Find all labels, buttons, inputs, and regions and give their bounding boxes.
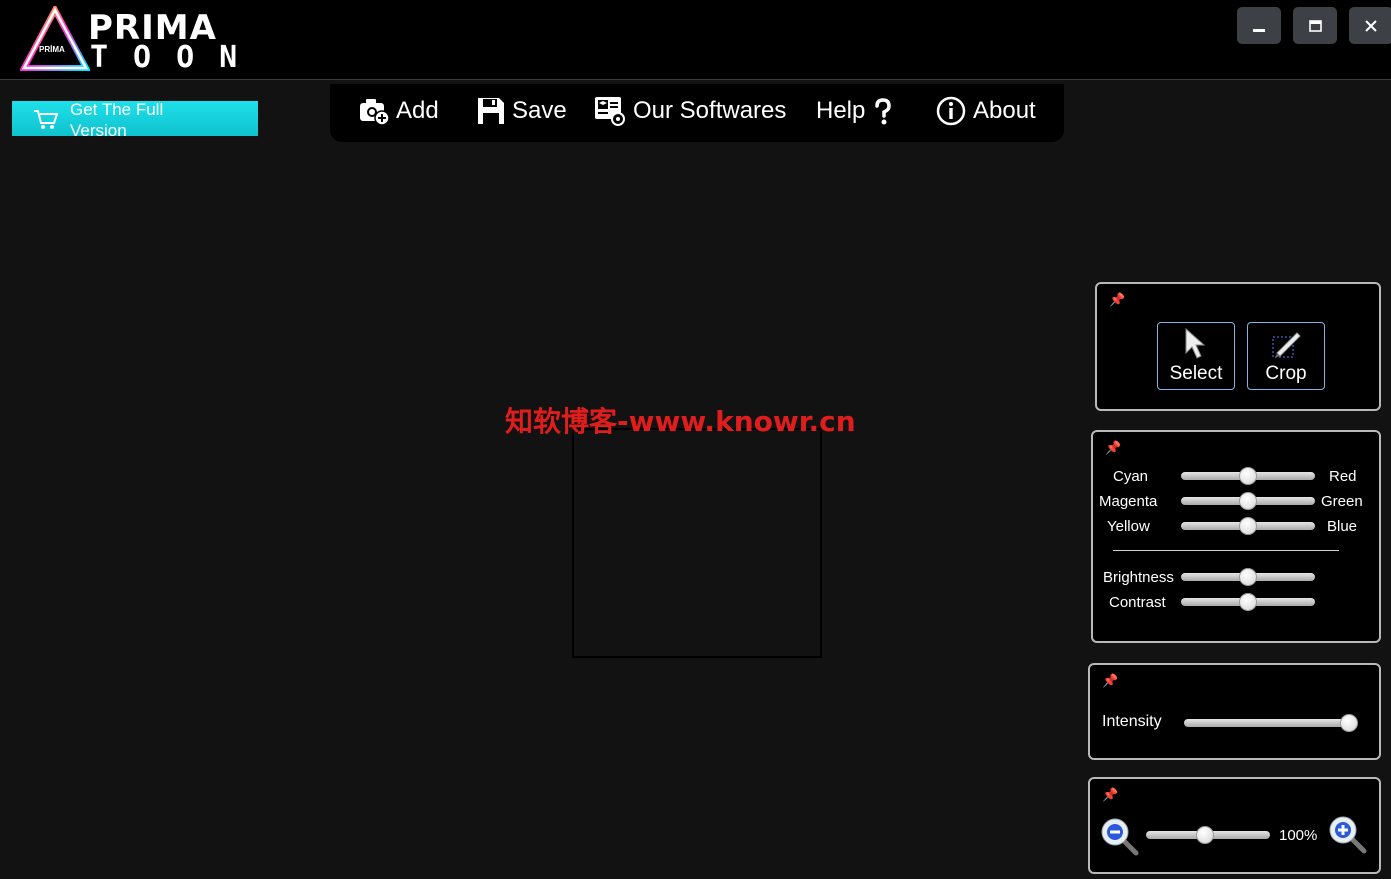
help-label: Help <box>816 97 866 124</box>
get-full-version-label: Get The Full Version <box>70 101 164 136</box>
tools-panel: 📌 Select Crop <box>1095 282 1381 411</box>
logo-triangle-icon <box>20 6 90 71</box>
zoom-panel: 📌 100% <box>1088 777 1381 874</box>
zoom-out-icon[interactable] <box>1100 817 1140 857</box>
minimize-button[interactable] <box>1237 7 1281 44</box>
our-softwares-button[interactable]: Our Softwares <box>593 94 786 128</box>
brightness-slider-thumb[interactable] <box>1239 568 1257 586</box>
info-icon <box>936 96 966 126</box>
intensity-slider-track[interactable] <box>1184 719 1356 727</box>
zoom-in-icon[interactable] <box>1328 815 1368 855</box>
add-button[interactable]: Add <box>358 94 439 128</box>
about-label: About <box>973 97 1036 124</box>
save-icon <box>478 98 504 124</box>
intensity-slider-thumb[interactable] <box>1340 714 1358 732</box>
image-canvas[interactable] <box>572 428 822 658</box>
title-bar: PRİMA PRIMA TOON <box>0 0 1391 80</box>
our-softwares-label: Our Softwares <box>633 97 787 124</box>
app-logo: PRİMA PRIMA TOON <box>20 6 263 75</box>
zoom-slider-thumb[interactable] <box>1196 826 1214 844</box>
crop-label: Crop <box>1265 363 1307 384</box>
intensity-panel: 📌 Intensity <box>1088 663 1381 760</box>
save-button[interactable]: Save <box>476 94 567 128</box>
question-icon <box>875 98 892 125</box>
main-toolbar: Add Save Our Softwares Help About <box>330 84 1064 142</box>
pin-icon[interactable]: 📌 <box>1102 673 1118 689</box>
crop-tool-button[interactable]: Crop <box>1247 322 1325 390</box>
select-tool-button[interactable]: Select <box>1157 322 1235 390</box>
maximize-button[interactable] <box>1293 7 1337 44</box>
intensity-label: Intensity <box>1102 713 1162 730</box>
add-photo-icon <box>360 99 390 126</box>
logo-small-text: PRİMA <box>39 45 65 54</box>
color-balance-panel: 📌 Cyan Red Magenta Green Yellow Blue Bri… <box>1091 430 1381 643</box>
magenta-label: Magenta <box>1099 493 1158 510</box>
minimize-icon <box>1253 28 1265 32</box>
cyan-label: Cyan <box>1113 468 1149 485</box>
crop-icon <box>1272 332 1301 358</box>
close-button[interactable] <box>1349 7 1391 44</box>
softwares-icon <box>595 97 625 126</box>
get-full-version-button[interactable]: Get The Full Version <box>12 101 258 136</box>
yellow-blue-slider-thumb[interactable] <box>1239 517 1257 535</box>
magenta-green-slider-thumb[interactable] <box>1239 492 1257 510</box>
green-label: Green <box>1321 493 1363 510</box>
cyan-red-slider-thumb[interactable] <box>1239 467 1257 485</box>
watermark-text: 知软博客-www.knowr.cn <box>505 405 856 438</box>
maximize-icon <box>1308 19 1322 32</box>
cart-icon <box>34 110 59 129</box>
blue-label: Blue <box>1327 518 1358 535</box>
panel-divider <box>1113 550 1339 551</box>
close-icon <box>1365 19 1377 32</box>
help-button[interactable]: Help <box>816 94 895 128</box>
pin-icon[interactable]: 📌 <box>1102 787 1118 803</box>
select-label: Select <box>1169 363 1223 384</box>
logo-toon-text: TOON <box>90 40 263 75</box>
cursor-arrow-icon <box>1185 327 1206 359</box>
red-label: Red <box>1329 468 1357 485</box>
brightness-label: Brightness <box>1103 569 1174 586</box>
contrast-label: Contrast <box>1109 594 1166 611</box>
about-button[interactable]: About <box>935 94 1036 128</box>
contrast-slider-thumb[interactable] <box>1239 593 1257 611</box>
zoom-value-text: 100% <box>1279 827 1318 844</box>
pin-icon[interactable]: 📌 <box>1105 440 1121 456</box>
yellow-label: Yellow <box>1107 518 1150 535</box>
add-label: Add <box>396 97 439 124</box>
save-label: Save <box>512 97 567 124</box>
pin-icon[interactable]: 📌 <box>1109 292 1125 308</box>
